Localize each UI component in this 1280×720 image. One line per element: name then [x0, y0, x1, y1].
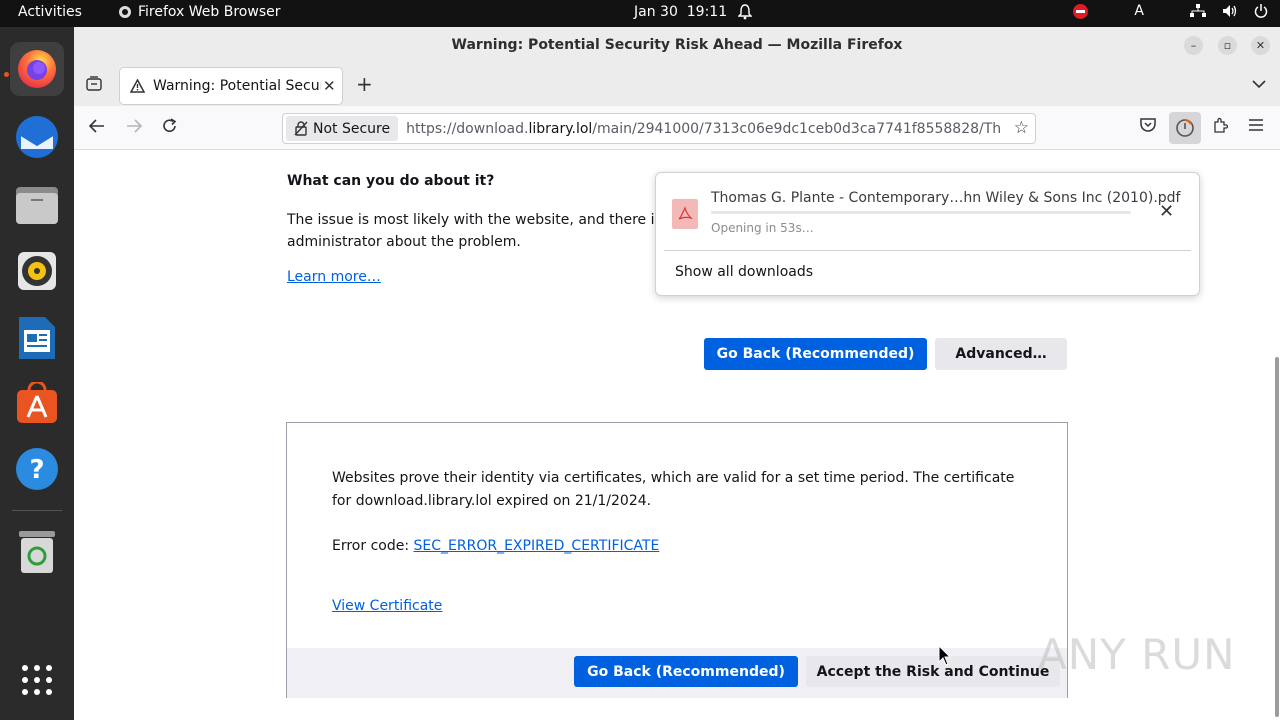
trash-icon: [19, 531, 55, 573]
firefox-window: Warning: Potential Security Risk Ahead —…: [74, 27, 1280, 720]
certificate-explanation: Websites prove their identity via certif…: [332, 470, 1015, 509]
writer-icon: [19, 317, 55, 359]
url-bar[interactable]: Not Secure https://download.library.lol/…: [282, 113, 1036, 144]
accept-risk-button[interactable]: Accept the Risk and Continue: [806, 656, 1060, 687]
thunderbird-icon: [16, 116, 58, 158]
url-text[interactable]: https://download.library.lol/main/294100…: [406, 121, 1001, 137]
app-menu[interactable]: Firefox Web Browser: [118, 4, 281, 20]
dock-thunderbird[interactable]: [10, 110, 64, 164]
error-code-line: Error code: SEC_ERROR_EXPIRED_CERTIFICAT…: [332, 538, 659, 554]
close-window-button[interactable]: ✕: [1251, 36, 1270, 55]
go-back-button-bottom[interactable]: Go Back (Recommended): [574, 656, 798, 687]
navigation-toolbar: Not Secure https://download.library.lol/…: [74, 106, 1280, 150]
url-path: /main/2941000/7313c06e9dc1ceb0d3ca7741f8…: [592, 120, 1002, 137]
download-file-name[interactable]: Thomas G. Plante - Contemporary…hn Wiley…: [711, 190, 1180, 206]
bookmark-star-icon[interactable]: ☆: [1014, 118, 1029, 138]
time: 19:11: [686, 4, 728, 20]
show-applications-button[interactable]: [10, 653, 64, 707]
warning-icon: [130, 79, 145, 93]
pdf-file-icon: [672, 199, 698, 229]
advanced-button[interactable]: Advanced…: [935, 338, 1067, 370]
activities-button[interactable]: Activities: [18, 4, 82, 20]
dock-trash[interactable]: [10, 525, 64, 579]
what-can-you-do-heading: What can you do about it?: [287, 173, 495, 189]
page-scrollbar[interactable]: [1275, 357, 1279, 717]
rhythmbox-icon: [18, 252, 56, 290]
issue-paragraph: The issue is most likely with the websit…: [287, 209, 707, 253]
error-code-label: Error code:: [332, 538, 414, 554]
download-status: Opening in 53s…: [711, 221, 814, 235]
reload-icon[interactable]: [162, 118, 178, 139]
download-progress-bar: [711, 211, 1131, 214]
firefox-small-icon: [119, 6, 131, 18]
clock[interactable]: Jan 30 19:11: [634, 4, 727, 20]
forward-icon[interactable]: [126, 118, 143, 138]
tab-bar: Warning: Potential Security Risk Ahead ✕…: [74, 64, 1280, 106]
hamburger-menu-icon[interactable]: [1248, 117, 1264, 137]
app-center-icon: [17, 382, 57, 423]
svg-text:?: ?: [29, 455, 44, 485]
running-indicator: [4, 72, 9, 77]
error-code-link[interactable]: SEC_ERROR_EXPIRED_CERTIFICATE: [414, 538, 660, 554]
extensions-icon[interactable]: [1212, 117, 1229, 138]
go-back-button[interactable]: Go Back (Recommended): [704, 338, 927, 370]
dock-separator: [12, 510, 62, 511]
dock: ?: [0, 27, 74, 720]
cancel-download-icon[interactable]: ✕: [1159, 201, 1174, 222]
dock-firefox[interactable]: [10, 42, 64, 96]
system-tray[interactable]: A: [1073, 3, 1268, 19]
view-certificate-link[interactable]: View Certificate: [332, 598, 442, 614]
pocket-icon[interactable]: [1140, 117, 1156, 137]
tab-close-icon[interactable]: ✕: [323, 77, 336, 95]
firefox-icon: [18, 50, 56, 88]
list-all-tabs-icon[interactable]: [1252, 74, 1266, 94]
broken-lock-icon: [294, 121, 308, 136]
mouse-cursor-icon: [938, 645, 952, 666]
window-titlebar[interactable]: Warning: Potential Security Risk Ahead —…: [74, 27, 1280, 64]
input-language-indicator[interactable]: A: [1134, 3, 1144, 19]
do-not-disturb-icon[interactable]: [1073, 3, 1089, 19]
anyrun-watermark: ANY RUN: [1038, 630, 1236, 679]
app-name: Firefox Web Browser: [138, 4, 281, 20]
gnome-top-bar: Activities Firefox Web Browser Jan 30 19…: [0, 0, 1280, 27]
new-tab-icon[interactable]: +: [356, 72, 373, 96]
window-title: Warning: Potential Security Risk Ahead —…: [451, 37, 903, 53]
volume-icon[interactable]: [1222, 4, 1238, 18]
minimize-button[interactable]: –: [1184, 36, 1203, 55]
tab-active[interactable]: Warning: Potential Security Risk Ahead ✕: [120, 68, 342, 104]
dock-app-center[interactable]: [10, 376, 64, 430]
network-icon[interactable]: [1190, 4, 1206, 18]
url-domain: library.lol: [528, 120, 593, 137]
date: Jan 30: [634, 4, 678, 20]
power-icon[interactable]: [1254, 4, 1268, 18]
issue-text-line-1: The issue is most likely with the websit…: [287, 212, 676, 228]
tab-title: Warning: Potential Security Risk Ahead: [153, 78, 321, 94]
downloads-separator: [664, 250, 1191, 251]
downloads-panel: Thomas G. Plante - Contemporary…hn Wiley…: [655, 172, 1200, 296]
dock-libreoffice-writer[interactable]: [10, 311, 64, 365]
url-prefix: https://download.: [406, 120, 529, 137]
downloads-button[interactable]: [1169, 112, 1201, 144]
learn-more-link[interactable]: Learn more…: [287, 269, 381, 285]
help-icon: ?: [16, 448, 58, 490]
issue-text-line-2: administrator about the problem.: [287, 234, 521, 250]
maximize-button[interactable]: ▫: [1218, 36, 1237, 55]
firefox-view-icon[interactable]: [86, 76, 102, 97]
back-icon[interactable]: [88, 118, 105, 138]
bell-icon[interactable]: [737, 4, 753, 24]
show-all-downloads-button[interactable]: Show all downloads: [675, 264, 813, 280]
files-icon: [16, 187, 58, 224]
app-grid-icon: [22, 665, 52, 695]
site-security-indicator[interactable]: Not Secure: [286, 116, 399, 141]
dock-rhythmbox[interactable]: [10, 244, 64, 298]
dock-files[interactable]: [10, 178, 64, 232]
dock-help[interactable]: ?: [10, 442, 64, 496]
download-progress-icon: [1176, 119, 1194, 137]
not-secure-label: Not Secure: [313, 120, 391, 137]
